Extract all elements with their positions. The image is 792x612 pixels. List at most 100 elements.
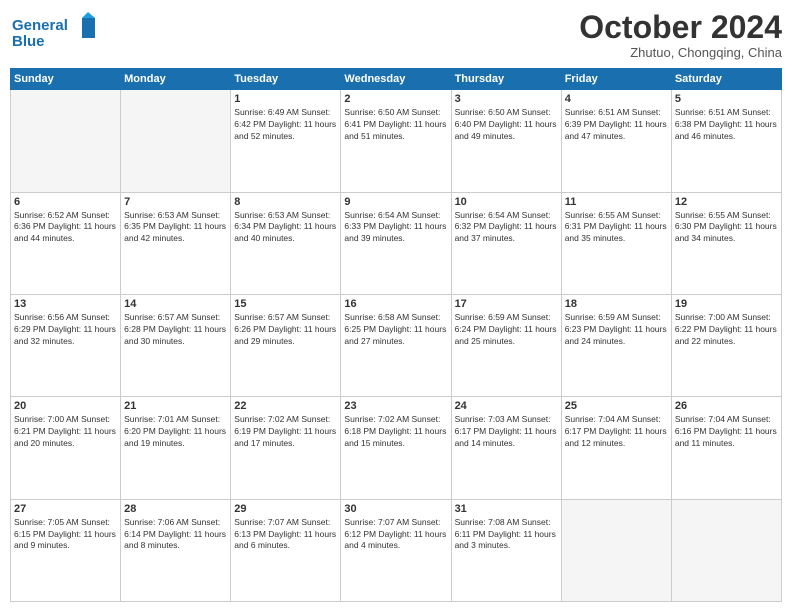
day-number: 23	[344, 400, 447, 412]
day-info: Sunrise: 6:54 AM Sunset: 6:33 PM Dayligh…	[344, 210, 447, 246]
logo-icon: General Blue	[10, 10, 100, 55]
header-friday: Friday	[561, 69, 671, 90]
day-info: Sunrise: 6:59 AM Sunset: 6:24 PM Dayligh…	[455, 312, 558, 348]
calendar-cell: 12Sunrise: 6:55 AM Sunset: 6:30 PM Dayli…	[671, 192, 781, 294]
calendar-cell: 17 Sunrise: 6:59 AM Sunset: 6:24 PM Dayli…	[451, 294, 561, 396]
svg-text:Blue: Blue	[12, 33, 45, 50]
day-number: 5	[675, 93, 778, 105]
calendar-cell: 11Sunrise: 6:55 AM Sunset: 6:31 PM Dayli…	[561, 192, 671, 294]
header: General Blue October 2024 Zhutuo, Chongq…	[10, 10, 782, 60]
day-number: 25	[565, 400, 668, 412]
header-tuesday: Tuesday	[231, 69, 341, 90]
calendar-cell: 18 Sunrise: 6:59 AM Sunset: 6:23 PM Dayli…	[561, 294, 671, 396]
day-number: 16	[344, 298, 447, 310]
day-number: 22	[234, 400, 337, 412]
month-title: October 2024	[579, 10, 782, 45]
day-number: 8	[234, 196, 337, 208]
day-info: Sunrise: 6:57 AM Sunset: 6:28 PM Dayligh…	[124, 312, 227, 348]
calendar-cell: 4 Sunrise: 6:51 AM Sunset: 6:39 PM Daylig…	[561, 90, 671, 192]
day-number: 1	[234, 93, 337, 105]
day-info: Sunrise: 6:59 AM Sunset: 6:23 PM Dayligh…	[565, 312, 668, 348]
day-number: 3	[455, 93, 558, 105]
calendar-cell: 26 Sunrise: 7:04 AM Sunset: 6:16 PM Dayli…	[671, 397, 781, 499]
day-info: Sunrise: 7:07 AM Sunset: 6:12 PM Dayligh…	[344, 517, 447, 553]
day-number: 17	[455, 298, 558, 310]
day-number: 2	[344, 93, 447, 105]
location: Zhutuo, Chongqing, China	[579, 45, 782, 60]
calendar-cell: 7Sunrise: 6:53 AM Sunset: 6:35 PM Daylig…	[121, 192, 231, 294]
day-info: Sunrise: 7:00 AM Sunset: 6:21 PM Dayligh…	[14, 414, 117, 450]
svg-text:General: General	[12, 17, 68, 34]
calendar-cell: 15 Sunrise: 6:57 AM Sunset: 6:26 PM Dayli…	[231, 294, 341, 396]
calendar-cell: 6Sunrise: 6:52 AM Sunset: 6:36 PM Daylig…	[11, 192, 121, 294]
page: General Blue October 2024 Zhutuo, Chongq…	[0, 0, 792, 612]
day-info: Sunrise: 7:02 AM Sunset: 6:19 PM Dayligh…	[234, 414, 337, 450]
day-info: Sunrise: 6:51 AM Sunset: 6:38 PM Dayligh…	[675, 107, 778, 143]
calendar-cell: 19 Sunrise: 7:00 AM Sunset: 6:22 PM Dayli…	[671, 294, 781, 396]
calendar-cell: 20 Sunrise: 7:00 AM Sunset: 6:21 PM Dayli…	[11, 397, 121, 499]
day-info: Sunrise: 7:06 AM Sunset: 6:14 PM Dayligh…	[124, 517, 227, 553]
day-number: 26	[675, 400, 778, 412]
day-info: Sunrise: 7:04 AM Sunset: 6:17 PM Dayligh…	[565, 414, 668, 450]
day-info: Sunrise: 6:54 AM Sunset: 6:32 PM Dayligh…	[455, 210, 558, 246]
day-number: 29	[234, 503, 337, 515]
day-info: Sunrise: 6:49 AM Sunset: 6:42 PM Dayligh…	[234, 107, 337, 143]
calendar-cell	[11, 90, 121, 192]
header-monday: Monday	[121, 69, 231, 90]
day-number: 15	[234, 298, 337, 310]
day-info: Sunrise: 6:50 AM Sunset: 6:41 PM Dayligh…	[344, 107, 447, 143]
calendar-cell: 2 Sunrise: 6:50 AM Sunset: 6:41 PM Daylig…	[341, 90, 451, 192]
day-info: Sunrise: 7:02 AM Sunset: 6:18 PM Dayligh…	[344, 414, 447, 450]
header-sunday: Sunday	[11, 69, 121, 90]
calendar-cell: 1 Sunrise: 6:49 AM Sunset: 6:42 PM Daylig…	[231, 90, 341, 192]
day-info: Sunrise: 7:00 AM Sunset: 6:22 PM Dayligh…	[675, 312, 778, 348]
calendar-cell: 14 Sunrise: 6:57 AM Sunset: 6:28 PM Dayli…	[121, 294, 231, 396]
day-number: 28	[124, 503, 227, 515]
day-number: 6	[14, 196, 117, 208]
calendar-cell: 9 Sunrise: 6:54 AM Sunset: 6:33 PM Daylig…	[341, 192, 451, 294]
title-block: October 2024 Zhutuo, Chongqing, China	[579, 10, 782, 60]
calendar-cell: 13Sunrise: 6:56 AM Sunset: 6:29 PM Dayli…	[11, 294, 121, 396]
day-info: Sunrise: 6:58 AM Sunset: 6:25 PM Dayligh…	[344, 312, 447, 348]
day-number: 9	[344, 196, 447, 208]
day-number: 14	[124, 298, 227, 310]
calendar-cell	[561, 499, 671, 601]
day-number: 24	[455, 400, 558, 412]
day-info: Sunrise: 7:01 AM Sunset: 6:20 PM Dayligh…	[124, 414, 227, 450]
day-info: Sunrise: 6:51 AM Sunset: 6:39 PM Dayligh…	[565, 107, 668, 143]
calendar-cell: 23 Sunrise: 7:02 AM Sunset: 6:18 PM Dayli…	[341, 397, 451, 499]
day-number: 12	[675, 196, 778, 208]
calendar-cell: 27Sunrise: 7:05 AM Sunset: 6:15 PM Dayli…	[11, 499, 121, 601]
day-number: 31	[455, 503, 558, 515]
calendar-week-3: 20 Sunrise: 7:00 AM Sunset: 6:21 PM Dayli…	[11, 397, 782, 499]
calendar-cell: 16 Sunrise: 6:58 AM Sunset: 6:25 PM Dayli…	[341, 294, 451, 396]
day-info: Sunrise: 6:57 AM Sunset: 6:26 PM Dayligh…	[234, 312, 337, 348]
calendar-cell: 5 Sunrise: 6:51 AM Sunset: 6:38 PM Daylig…	[671, 90, 781, 192]
day-info: Sunrise: 7:04 AM Sunset: 6:16 PM Dayligh…	[675, 414, 778, 450]
day-number: 30	[344, 503, 447, 515]
day-number: 18	[565, 298, 668, 310]
calendar-cell: 22 Sunrise: 7:02 AM Sunset: 6:19 PM Dayli…	[231, 397, 341, 499]
calendar-cell: 10Sunrise: 6:54 AM Sunset: 6:32 PM Dayli…	[451, 192, 561, 294]
header-wednesday: Wednesday	[341, 69, 451, 90]
calendar-cell: 30 Sunrise: 7:07 AM Sunset: 6:12 PM Dayli…	[341, 499, 451, 601]
calendar-week-0: 1 Sunrise: 6:49 AM Sunset: 6:42 PM Daylig…	[11, 90, 782, 192]
day-number: 20	[14, 400, 117, 412]
calendar-cell: 29Sunrise: 7:07 AM Sunset: 6:13 PM Dayli…	[231, 499, 341, 601]
day-number: 19	[675, 298, 778, 310]
day-number: 13	[14, 298, 117, 310]
calendar-cell: 31Sunrise: 7:08 AM Sunset: 6:11 PM Dayli…	[451, 499, 561, 601]
calendar-cell: 21 Sunrise: 7:01 AM Sunset: 6:20 PM Dayli…	[121, 397, 231, 499]
day-info: Sunrise: 6:50 AM Sunset: 6:40 PM Dayligh…	[455, 107, 558, 143]
calendar-cell: 24Sunrise: 7:03 AM Sunset: 6:17 PM Dayli…	[451, 397, 561, 499]
day-number: 4	[565, 93, 668, 105]
header-thursday: Thursday	[451, 69, 561, 90]
day-number: 27	[14, 503, 117, 515]
calendar-week-2: 13Sunrise: 6:56 AM Sunset: 6:29 PM Dayli…	[11, 294, 782, 396]
calendar-cell	[671, 499, 781, 601]
calendar-week-1: 6Sunrise: 6:52 AM Sunset: 6:36 PM Daylig…	[11, 192, 782, 294]
calendar-week-4: 27Sunrise: 7:05 AM Sunset: 6:15 PM Dayli…	[11, 499, 782, 601]
day-number: 7	[124, 196, 227, 208]
day-number: 21	[124, 400, 227, 412]
calendar-cell: 28 Sunrise: 7:06 AM Sunset: 6:14 PM Dayli…	[121, 499, 231, 601]
